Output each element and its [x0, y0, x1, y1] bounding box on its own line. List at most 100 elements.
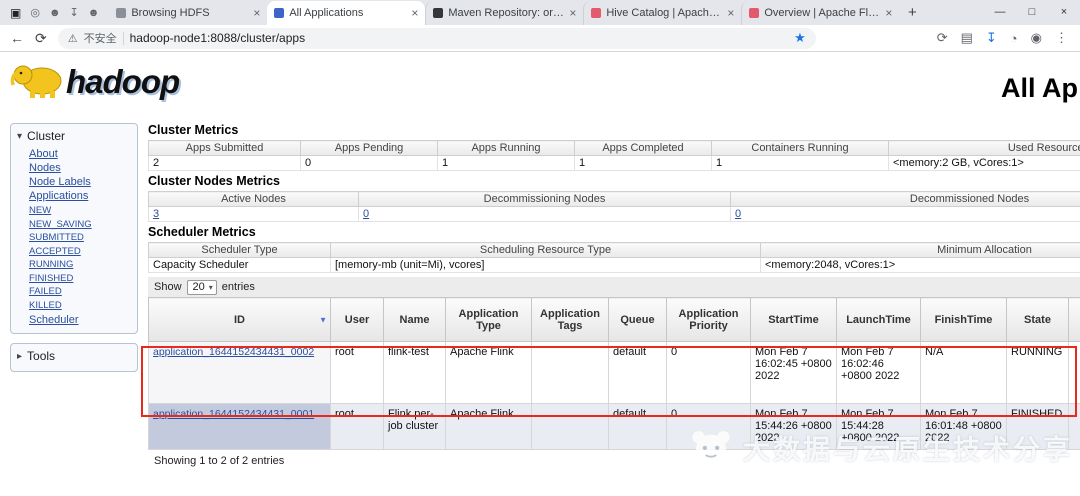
application-link[interactable]: application_1644152434431_0001 [153, 408, 314, 420]
tab-flink-overview[interactable]: Overview | Apache Flink × [741, 1, 899, 25]
column-header-user[interactable]: User [331, 298, 384, 342]
sidebar-item-applications[interactable]: Applications [29, 190, 88, 202]
sidebar-item-nodes[interactable]: Nodes [29, 162, 61, 174]
tags-cell [532, 404, 609, 450]
sidebar-state-finished[interactable]: FINISHED [29, 273, 73, 284]
reload-button[interactable]: ⟳ [35, 30, 47, 47]
tab-close-icon[interactable]: × [569, 6, 576, 20]
address-bar[interactable]: ⚠ 不安全 hadoop-node1:8088/cluster/apps ★ [58, 28, 816, 49]
new-tab-button[interactable]: + [899, 4, 925, 21]
tab-maven-repository[interactable]: Maven Repository: org.apach… × [425, 1, 583, 25]
avatar-icon[interactable]: ◉ [1031, 30, 1042, 46]
tab-hive-catalog[interactable]: Hive Catalog | Apache Flink × [583, 1, 741, 25]
browser-app-icon[interactable]: ▣ [10, 6, 21, 20]
sidebar-state-running[interactable]: RUNNING [29, 259, 73, 270]
sidebar-item-node-labels[interactable]: Node Labels [29, 176, 91, 188]
metrics-value: Capacity Scheduler [149, 258, 331, 273]
metrics-value: 1 [438, 156, 575, 171]
profile-icon[interactable]: ☻ [49, 7, 61, 19]
column-header-launchtime[interactable]: LaunchTime [837, 298, 921, 342]
flink-favicon-icon [749, 8, 759, 18]
metrics-value: 0 [731, 207, 1080, 222]
tab-browsing-hdfs[interactable]: Browsing HDFS × [109, 1, 267, 25]
back-button[interactable]: ← [10, 30, 24, 46]
column-header-starttime[interactable]: StartTime [751, 298, 837, 342]
sidebar-state-new-saving[interactable]: NEW_SAVING [29, 219, 92, 230]
column-header-application-type[interactable]: Application Type [446, 298, 532, 342]
metrics-header: Decommissioned Nodes [731, 192, 1080, 207]
table-controls: Show 20 ▾ entries [148, 277, 1080, 297]
column-header-finishtime[interactable]: FinishTime [921, 298, 1007, 342]
starttime-cell: Mon Feb 7 16:02:45 +0800 2022 [751, 342, 837, 404]
metrics-header: Apps Running [438, 141, 575, 156]
column-header-id[interactable]: ID▼ [149, 298, 331, 342]
metrics-header: Apps Submitted [149, 141, 301, 156]
column-header-queue[interactable]: Queue [609, 298, 667, 342]
menu-icon[interactable]: ⋮ [1055, 30, 1068, 46]
tab-close-icon[interactable]: × [885, 6, 892, 20]
hadoop-logo[interactable]: hadoop [10, 59, 179, 99]
sidebar-tools-header[interactable]: ▸ Tools [17, 347, 131, 365]
sidebar-cluster-header[interactable]: ▾ Cluster [17, 127, 131, 145]
tab-close-icon[interactable]: × [411, 6, 418, 20]
address-bar-row: ← ⟳ ⚠ 不安全 hadoop-node1:8088/cluster/apps… [0, 25, 1080, 52]
applications-table: ID▼ User Name Application Type Applicati… [148, 297, 1080, 450]
maximize-button[interactable]: □ [1016, 0, 1048, 25]
sidebar-state-submitted[interactable]: SUBMITTED [29, 232, 84, 243]
security-label[interactable]: 不安全 [84, 30, 117, 46]
downloads-icon[interactable]: ↧ [986, 30, 997, 46]
tab-label: Browsing HDFS [131, 7, 248, 19]
table-row: application_1644152434431_0001 root Flin… [149, 404, 1080, 450]
metrics-header: Scheduler Type [149, 243, 331, 258]
sidebar-state-new[interactable]: NEW [29, 205, 51, 216]
sidebar-item-scheduler[interactable]: Scheduler [29, 314, 79, 326]
column-header-name[interactable]: Name [384, 298, 446, 342]
sidebar-item-about[interactable]: About [29, 148, 58, 160]
tab-all-applications[interactable]: All Applications × [267, 1, 425, 25]
metrics-header: Minimum Allocation [761, 243, 1080, 258]
metrics-value: <memory:2 GB, vCores:1> [889, 156, 1080, 171]
timer-icon[interactable]: ◎ [30, 6, 40, 19]
security-warning-icon: ⚠ [68, 32, 78, 45]
queue-cell: default [609, 342, 667, 404]
profile-icon-2[interactable]: ☻ [88, 7, 100, 19]
show-label: Show [154, 281, 182, 293]
window-controls: — □ × [984, 0, 1080, 25]
bookmark-star-icon[interactable]: ★ [794, 30, 806, 46]
close-button[interactable]: × [1048, 0, 1080, 25]
collections-icon[interactable]: ▤ [961, 30, 973, 46]
metrics-header: Active Nodes [149, 192, 359, 207]
app-id-cell: application_1644152434431_0001 [149, 404, 331, 450]
sidebar-state-killed[interactable]: KILLED [29, 300, 62, 311]
metrics-header: Apps Completed [575, 141, 712, 156]
metrics-header: Apps Pending [301, 141, 438, 156]
column-header-application-priority[interactable]: Application Priority [667, 298, 751, 342]
flink-favicon-icon [591, 8, 601, 18]
url-text[interactable]: hadoop-node1:8088/cluster/apps [130, 31, 305, 45]
column-header-application-tags[interactable]: Application Tags [532, 298, 609, 342]
decommissioning-nodes-link[interactable]: 0 [363, 208, 369, 220]
download-tray-icon[interactable]: ↧ [70, 6, 79, 19]
tab-close-icon[interactable]: × [253, 6, 260, 20]
omnibox-divider [123, 32, 124, 45]
app-id-cell: application_1644152434431_0002 [149, 342, 331, 404]
application-link[interactable]: application_1644152434431_0002 [153, 346, 314, 358]
decommissioned-nodes-link[interactable]: 0 [735, 208, 741, 220]
column-header-state[interactable]: State [1007, 298, 1069, 342]
sidebar-state-failed[interactable]: FAILED [29, 286, 62, 297]
table-row: application_1644152434431_0002 root flin… [149, 342, 1080, 404]
page-size-select[interactable]: 20 ▾ [187, 280, 217, 295]
minimize-button[interactable]: — [984, 0, 1016, 25]
page-title: All Ap [1001, 73, 1078, 104]
launchtime-cell: Mon Feb 7 15:44:28 +0800 2022 [837, 404, 921, 450]
sidebar-state-accepted[interactable]: ACCEPTED [29, 246, 81, 257]
sync-icon[interactable]: ⟳ [937, 30, 948, 46]
page-size-value: 20 [193, 281, 205, 293]
active-nodes-link[interactable]: 3 [153, 208, 159, 220]
notifications-icon[interactable]: ◔ [1010, 31, 1018, 46]
tab-close-icon[interactable]: × [727, 6, 734, 20]
sidebar-state-links: NEW NEW_SAVING SUBMITTED ACCEPTED RUNNIN… [29, 204, 131, 311]
browser-window: ▣ ◎ ☻ ↧ ☻ Browsing HDFS × All Applicatio… [0, 0, 1080, 496]
scheduler-metrics-title: Scheduler Metrics [148, 225, 1080, 240]
hdfs-favicon-icon [116, 8, 126, 18]
